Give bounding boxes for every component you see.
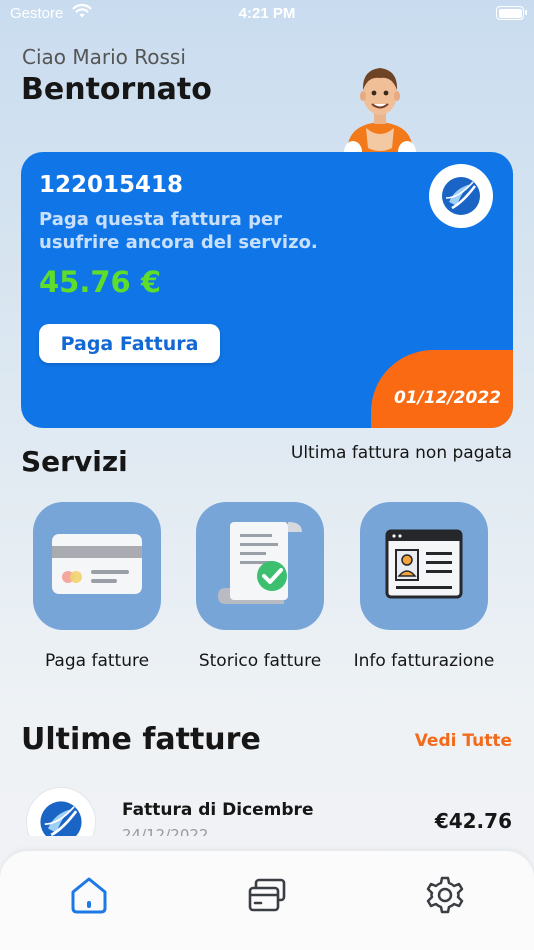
credit-card-icon [51,533,143,599]
service-label-history: Storico fatture [198,651,322,671]
due-date: 01/12/2022 [393,388,501,408]
company-logo [429,164,493,228]
billing-info-tile[interactable] [360,502,488,630]
unpaid-invoice-card: 122015418 Paga questa fattura per usufri… [21,152,513,428]
receipt-check-icon [212,516,308,616]
invoice-number: 122015418 [39,172,184,198]
invoice-history-tile[interactable] [196,502,324,630]
gear-icon [425,875,465,919]
pay-invoices-tile[interactable] [33,502,161,630]
invoice-title: Fattura di Dicembre [122,800,314,820]
invoice-date: 24/12/2022 [122,826,209,836]
battery-icon [496,6,527,20]
service-label-pay: Paga fatture [44,651,150,671]
pay-invoice-button[interactable]: Paga Fattura [39,324,220,363]
company-logo [26,787,96,836]
page-title: Bentornato [21,72,212,107]
tab-settings[interactable] [425,875,465,919]
see-all-link[interactable]: Vedi Tutte [380,731,512,751]
tab-cards[interactable] [247,877,287,917]
invoice-list-item[interactable]: Fattura di Dicembre 24/12/2022 €42.76 [0,780,534,836]
invoice-message: Paga questa fattura per usufrire ancora … [39,209,318,253]
cards-icon [247,875,287,919]
greeting-text: Ciao Mario Rossi [22,45,186,69]
status-bar: Gestore 4:21 PM [0,0,534,28]
invoice-amount: 45.76 € [39,265,162,299]
service-label-billing-info: Info fatturazione [353,651,495,671]
tab-home[interactable] [69,877,109,917]
home-icon [69,875,109,919]
unpaid-invoice-note: Ultima fattura non pagata [290,443,512,463]
recent-invoices-heading: Ultime fatture [21,722,261,757]
clock-time: 4:21 PM [238,5,296,22]
invoice-amount: €42.76 [434,809,512,833]
tab-bar [0,851,534,950]
profile-window-icon [384,528,464,604]
mascot-illustration [332,62,428,166]
services-heading: Servizi [21,445,128,478]
